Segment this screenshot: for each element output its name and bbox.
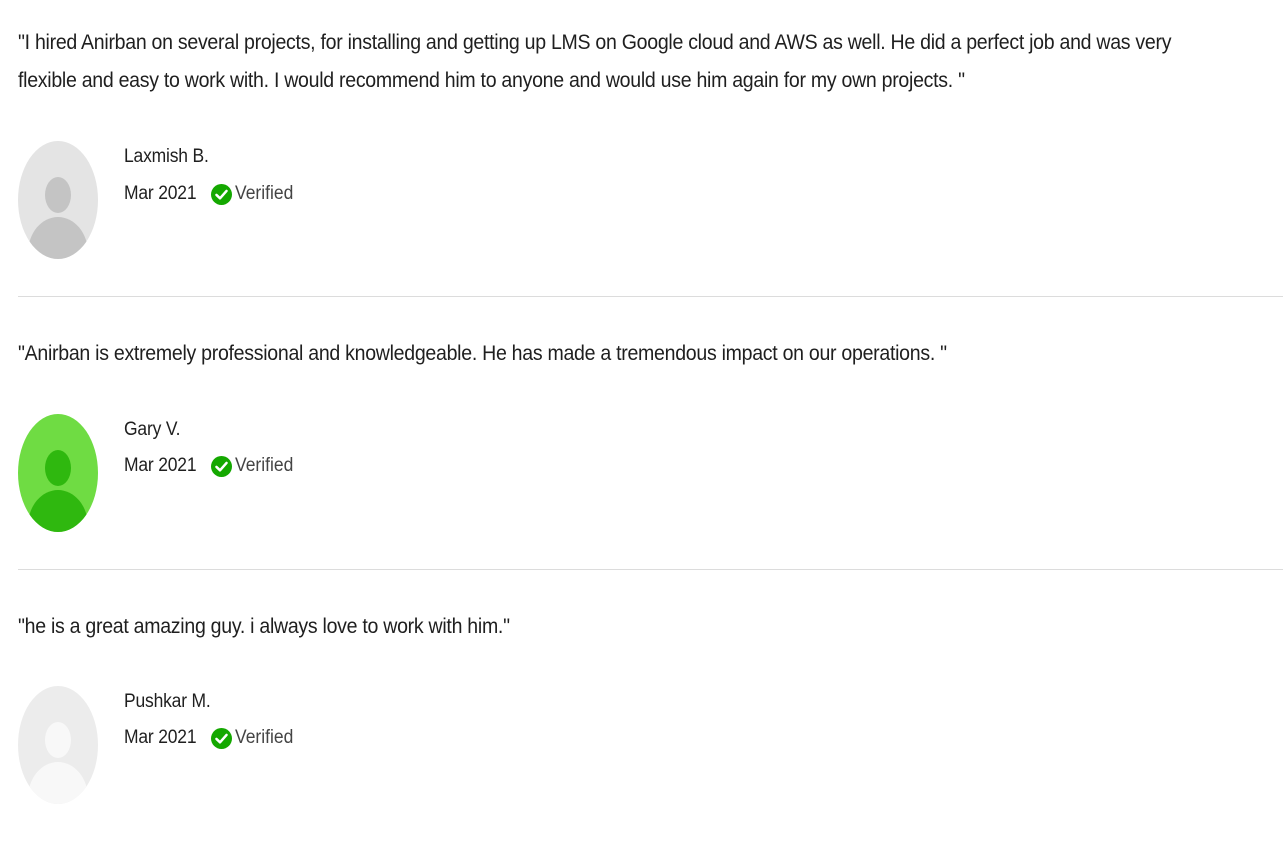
check-circle-icon (211, 183, 232, 205)
review-date: Mar 2021 (124, 727, 197, 748)
check-circle-icon (211, 727, 232, 749)
user-avatar-icon (18, 414, 98, 532)
review-quote: "he is a great amazing guy. i always lov… (18, 615, 510, 638)
review-meta: Mar 2021 Verified (124, 180, 298, 208)
reviewer-name: Laxmish B. (124, 146, 209, 167)
review-meta: Mar 2021 Verified (124, 452, 298, 480)
verified-label: Verified (235, 183, 294, 204)
reviewer-avatar[interactable] (18, 686, 98, 804)
review-divider (18, 296, 1283, 297)
review-divider (18, 569, 1283, 570)
verified-badge: Verified (211, 727, 298, 749)
review-quote: "Anirban is extremely professional and k… (18, 342, 947, 365)
reviewer-avatar[interactable] (18, 414, 98, 532)
review-quote: "I hired Anirban on several projects, fo… (18, 31, 1172, 92)
verified-badge: Verified (211, 455, 298, 477)
reviewer-name: Gary V. (124, 419, 181, 440)
reviews-list: "I hired Anirban on several projects, fo… (0, 0, 1283, 853)
review-meta: Mar 2021 Verified (124, 724, 298, 752)
user-avatar-icon (18, 686, 98, 804)
reviewer-avatar[interactable] (18, 141, 98, 259)
verified-label: Verified (235, 727, 294, 748)
verified-label: Verified (235, 455, 294, 476)
user-avatar-icon (18, 141, 98, 259)
check-circle-icon (211, 455, 232, 477)
review-date: Mar 2021 (124, 455, 197, 476)
review-date: Mar 2021 (124, 183, 197, 204)
reviewer-name: Pushkar M. (124, 691, 211, 712)
verified-badge: Verified (211, 183, 298, 205)
